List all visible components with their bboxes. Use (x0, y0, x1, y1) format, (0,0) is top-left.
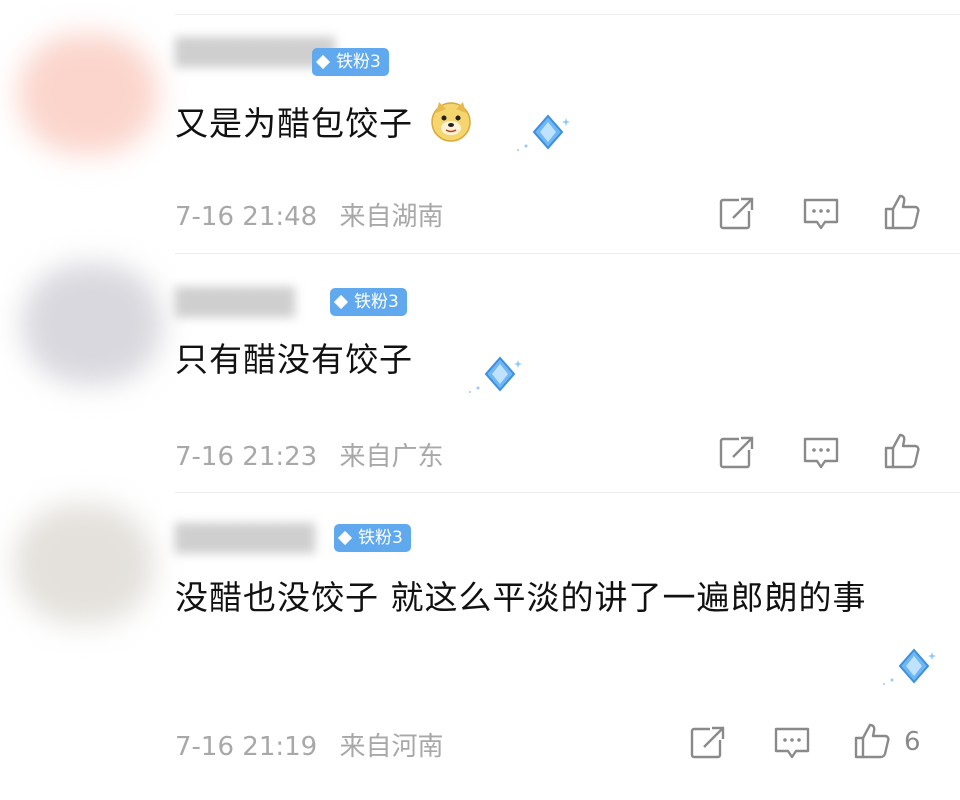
comment-location: 来自广东 (339, 442, 444, 472)
divider-1 (175, 253, 960, 254)
share-icon (719, 197, 755, 230)
comment-text: 没醋也没饺子 就这么平淡的讲了一遍郎朗的事 (175, 570, 915, 626)
comment-time: 7-16 21:48 (175, 202, 318, 232)
diamond-icon (315, 54, 331, 70)
thumbs-up-icon (884, 433, 920, 469)
badge-label: 铁粉3 (354, 292, 399, 312)
reply-button[interactable] (801, 433, 841, 473)
comment-location: 来自河南 (339, 732, 444, 762)
avatar[interactable] (18, 34, 158, 154)
diamond-sparkle-sticker (517, 114, 570, 151)
share-button[interactable] (717, 194, 757, 234)
badge-label: 铁粉3 (358, 528, 403, 548)
share-icon (719, 436, 755, 469)
fan-level-badge[interactable]: 铁粉3 (312, 48, 389, 76)
diamond-icon (337, 530, 353, 546)
comment-meta: 7-16 21:23 来自广东 (175, 436, 443, 473)
share-icon (690, 726, 726, 759)
avatar[interactable] (14, 504, 154, 624)
doge-emoji (430, 102, 471, 142)
share-button[interactable] (688, 723, 728, 763)
comment-text-content: 没醋也没饺子 就这么平淡的讲了一遍郎朗的事 (175, 578, 867, 617)
diamond-sparkle-sticker (469, 356, 522, 393)
share-button[interactable] (717, 433, 757, 473)
reply-button[interactable] (801, 194, 841, 234)
comment-time: 7-16 21:19 (175, 732, 318, 762)
comment-meta: 7-16 21:48 来自湖南 (175, 196, 443, 233)
like-button[interactable] (882, 192, 922, 232)
comment-location: 来自湖南 (339, 202, 444, 232)
like-button[interactable] (852, 721, 892, 761)
comment-time: 7-16 21:23 (175, 442, 318, 472)
comment-text-content: 只有醋没有饺子 (175, 340, 413, 379)
like-button[interactable] (882, 431, 922, 471)
diamond-icon (333, 294, 349, 310)
divider-2 (175, 492, 960, 493)
like-count: 6 (904, 727, 921, 757)
avatar[interactable] (22, 264, 162, 384)
thumbs-up-icon (854, 723, 890, 759)
comment-icon (803, 198, 839, 230)
diamond-sparkle-sticker (883, 648, 936, 685)
badge-label: 铁粉3 (336, 52, 381, 72)
username[interactable]: ██████ (175, 288, 295, 318)
fan-level-badge[interactable]: 铁粉3 (334, 524, 411, 552)
username[interactable]: ███████ (175, 524, 315, 554)
comment-icon (774, 727, 810, 759)
comment-text: 又是为醋包饺子 (175, 96, 473, 152)
comment-text-content: 又是为醋包饺子 (175, 104, 413, 143)
comment-icon (803, 437, 839, 469)
fan-level-badge[interactable]: 铁粉3 (330, 288, 407, 316)
reply-button[interactable] (772, 723, 812, 763)
comment-meta: 7-16 21:19 来自河南 (175, 726, 443, 763)
comment-text: 只有醋没有饺子 (175, 332, 413, 388)
divider-top (175, 14, 960, 15)
thumbs-up-icon (884, 194, 920, 230)
username[interactable]: ████████ (175, 38, 335, 68)
